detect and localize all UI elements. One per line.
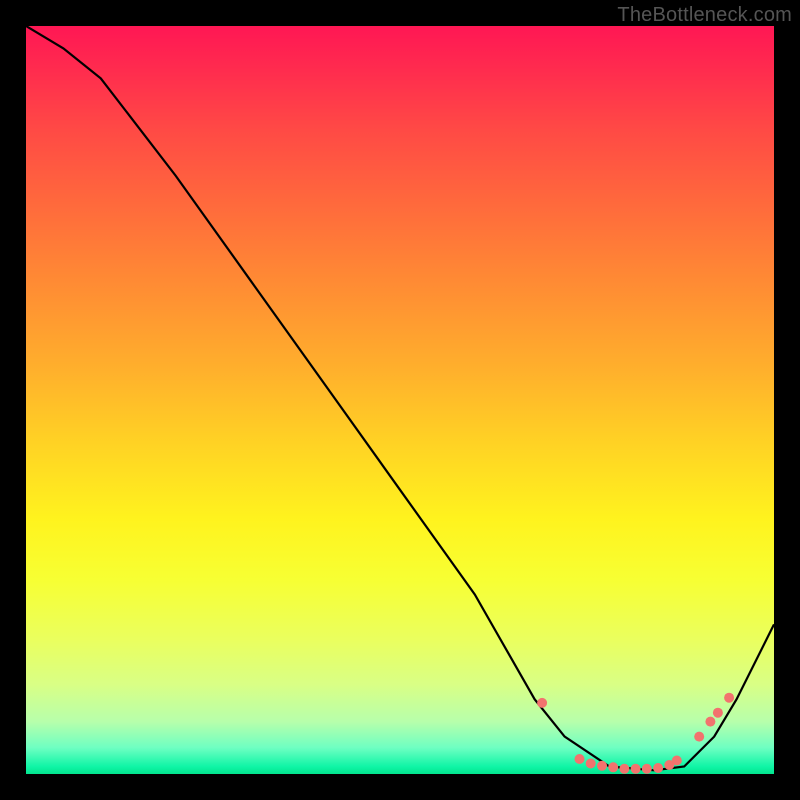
marker-dot bbox=[642, 764, 652, 774]
marker-group bbox=[537, 693, 734, 774]
curve-line bbox=[26, 26, 774, 770]
marker-dot bbox=[631, 764, 641, 774]
marker-dot bbox=[597, 761, 607, 771]
marker-dot bbox=[724, 693, 734, 703]
marker-dot bbox=[537, 698, 547, 708]
marker-dot bbox=[672, 756, 682, 766]
marker-dot bbox=[653, 763, 663, 773]
marker-dot bbox=[575, 754, 585, 764]
marker-dot bbox=[705, 717, 715, 727]
marker-dot bbox=[608, 762, 618, 772]
plot-area bbox=[26, 26, 774, 774]
marker-dot bbox=[713, 708, 723, 718]
marker-dot bbox=[694, 732, 704, 742]
chart-frame: TheBottleneck.com bbox=[0, 0, 800, 800]
marker-dot bbox=[619, 764, 629, 774]
bottleneck-curve bbox=[26, 26, 774, 774]
watermark-text: TheBottleneck.com bbox=[617, 4, 792, 27]
marker-dot bbox=[586, 759, 596, 769]
